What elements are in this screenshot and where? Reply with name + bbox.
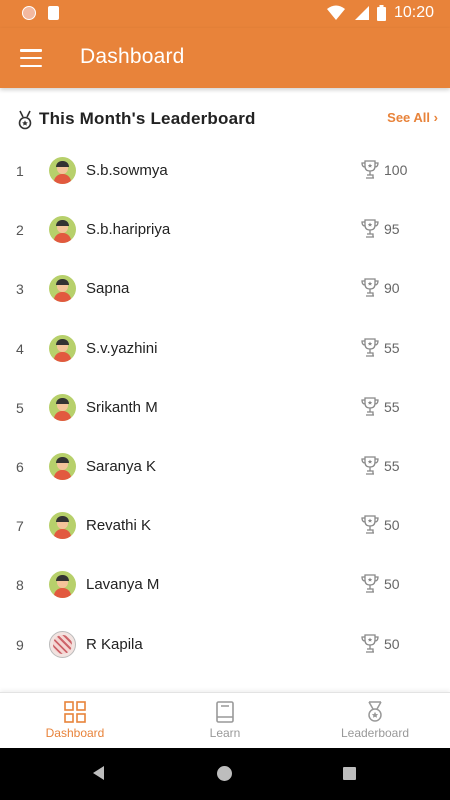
rank-number: 4: [16, 340, 24, 357]
status-bar: 10:20: [0, 0, 450, 28]
see-all-label: See All: [387, 110, 431, 125]
trophy-icon: [361, 278, 379, 298]
user-name: S.b.sowmya: [86, 162, 168, 179]
trophy-icon: [361, 574, 379, 593]
avatar: [49, 216, 76, 244]
nav-learn-label: Learn: [209, 726, 241, 740]
notification-dot-icon: [22, 6, 36, 20]
system-navigation-bar: [0, 748, 450, 800]
leaderboard-row[interactable]: 9 R Kapila 50: [0, 616, 450, 675]
battery-icon: [376, 5, 386, 21]
avatar: [49, 275, 76, 303]
score-value: 50: [384, 576, 400, 593]
user-name: Revathi K: [86, 517, 152, 535]
user-name: Lavanya M: [86, 576, 160, 594]
rank-number: 3: [16, 281, 24, 298]
leaderboard-row[interactable]: 4 S.v.yazhini 55: [0, 320, 450, 379]
rank-number: 1: [16, 163, 24, 179]
user-name: S.b.haripriya: [86, 221, 171, 239]
rank-number: 6: [16, 458, 24, 475]
medal-icon: [368, 701, 382, 722]
score-value: 50: [384, 517, 400, 534]
leaderboard-row[interactable]: 3 Sapna 90: [0, 260, 450, 319]
avatar: [49, 512, 76, 540]
status-time: 10:20: [393, 4, 434, 21]
user-name: S.v.yazhini: [86, 339, 158, 357]
nav-leaderboard-label: Leaderboard: [340, 726, 410, 740]
nav-dashboard[interactable]: Dashboard: [0, 693, 150, 748]
score-value: 95: [384, 221, 400, 238]
leaderboard-row[interactable]: 5 Srikanth M 55: [0, 379, 450, 438]
recent-apps-icon[interactable]: [343, 767, 356, 780]
leaderboard-row[interactable]: 2 S.b.haripriya 95: [0, 201, 450, 260]
medal-icon: [18, 110, 32, 130]
trophy-icon: [361, 337, 379, 357]
rank-number: 7: [16, 518, 24, 535]
rank-number: 8: [16, 577, 24, 594]
sd-card-icon: [48, 6, 59, 20]
rank-number: 5: [16, 399, 24, 416]
see-all-link[interactable]: See All ›: [387, 110, 438, 125]
trophy-icon: [361, 515, 379, 534]
user-name: Srikanth M: [86, 398, 158, 416]
avatar: [49, 334, 76, 362]
leaderboard-title: This Month's Leaderboard: [39, 109, 256, 128]
back-icon[interactable]: [93, 766, 104, 780]
home-icon[interactable]: [217, 766, 232, 781]
avatar: [49, 630, 76, 658]
nav-learn[interactable]: Learn: [150, 693, 300, 748]
avatar: [49, 393, 76, 421]
trophy-icon: [361, 456, 379, 475]
user-name: Sapna: [86, 280, 130, 298]
score-value: 100: [384, 162, 408, 178]
user-name: R Kapila: [86, 635, 143, 653]
leaderboard-list: 1 S.b.sowmya 100 2 S.b.haripriya 95 3 Sa…: [0, 142, 450, 675]
score-value: 50: [384, 635, 400, 652]
leaderboard-row[interactable]: 6 Saranya K 55: [0, 438, 450, 497]
trophy-icon: [361, 397, 379, 416]
book-icon: [216, 701, 234, 723]
leaderboard-row[interactable]: 8 Lavanya M 50: [0, 556, 450, 615]
hamburger-menu-icon[interactable]: [20, 49, 42, 67]
trophy-icon: [361, 160, 379, 179]
score-value: 55: [384, 398, 400, 415]
user-name: Saranya K: [86, 457, 157, 475]
trophy-icon: [361, 633, 379, 653]
avatar: [49, 157, 76, 184]
rank-number: 2: [16, 222, 24, 239]
screen: 10:20 Dashboard This Month's Leaderboard…: [0, 0, 450, 800]
bottom-navigation: Dashboard Learn Leaderboard: [0, 692, 450, 748]
rank-number: 9: [16, 636, 24, 653]
score-value: 55: [384, 339, 400, 356]
leaderboard-header: This Month's Leaderboard See All ›: [0, 104, 450, 136]
app-bar: Dashboard: [0, 28, 450, 88]
page-title: Dashboard: [80, 45, 185, 68]
avatar: [49, 452, 76, 480]
score-value: 55: [384, 457, 400, 474]
leaderboard-row[interactable]: 7 Revathi K 50: [0, 497, 450, 556]
score-value: 90: [384, 280, 400, 297]
chevron-right-icon: ›: [433, 110, 438, 125]
nav-dashboard-label: Dashboard: [45, 726, 105, 740]
dashboard-grid-icon: [64, 701, 86, 723]
nav-leaderboard[interactable]: Leaderboard: [300, 693, 450, 748]
signal-icon: [354, 6, 369, 20]
avatar: [49, 571, 76, 599]
trophy-icon: [361, 219, 379, 238]
leaderboard-row[interactable]: 1 S.b.sowmya 100: [0, 142, 450, 201]
wifi-icon: [326, 5, 345, 20]
